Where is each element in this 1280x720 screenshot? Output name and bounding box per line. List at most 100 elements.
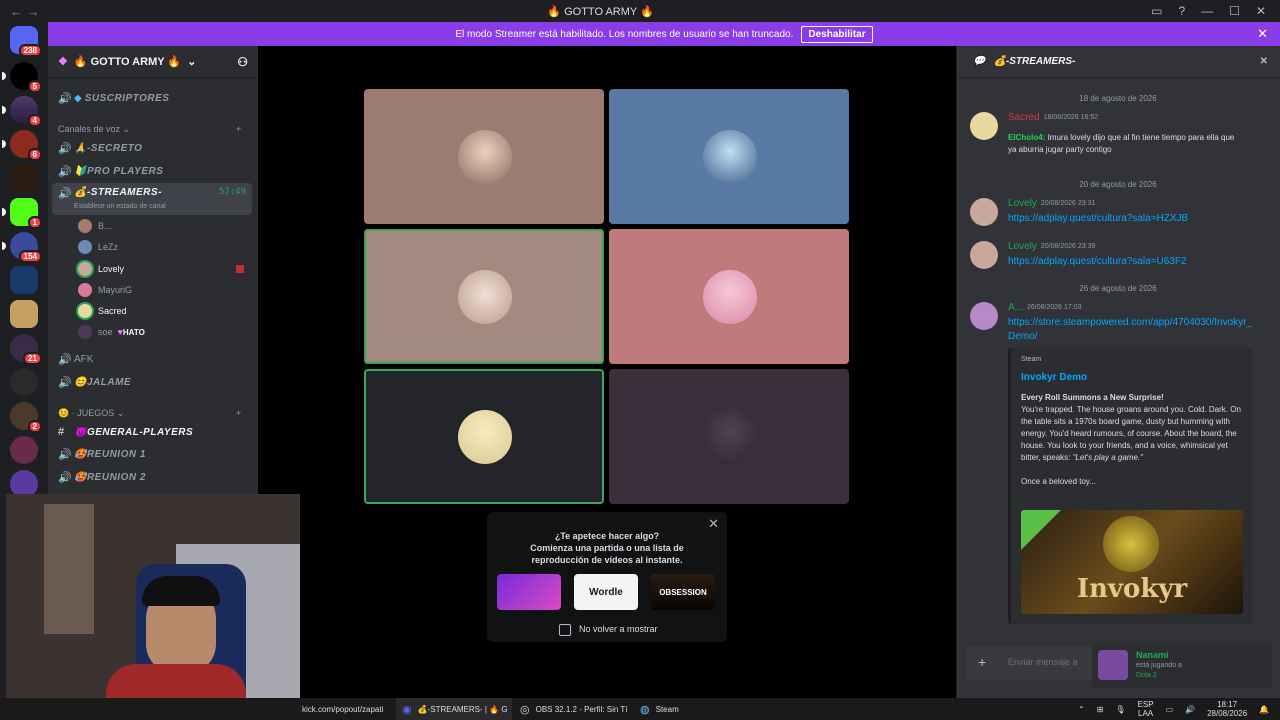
taskbar-browser[interactable]: kick.com/popout/zapati — [302, 698, 383, 720]
avatar — [458, 270, 512, 324]
category-games[interactable]: 😊 · JUEGOS ⌄ + — [58, 408, 241, 419]
attach-plus-icon[interactable]: + — [978, 654, 986, 670]
taskbar-discord[interactable]: ◉ 💰-STREAMERS- | 🔥 G — [396, 698, 512, 720]
help-icon[interactable]: ? — [1178, 4, 1185, 18]
speaker-icon: 🔊 — [58, 353, 72, 366]
activity-game-tile[interactable] — [497, 574, 561, 610]
activity-toast[interactable]: Nanami está jugando a Dota 2 — [1092, 644, 1272, 688]
corner-ribbon — [1021, 510, 1061, 550]
channel-pro-players[interactable]: 🔊 🔰PRO PLAYERS — [58, 161, 252, 181]
message-timestamp: 18/08/2026 16:52 — [1043, 114, 1099, 121]
window-titlebar: ← → 🔥 GOTTO ARMY 🔥 ▭ ? — ☐ ✕ — [0, 0, 1280, 22]
channel-secreto[interactable]: 🔊 🙏-SECRETO — [58, 138, 252, 158]
server-icon[interactable]: 21 — [10, 334, 42, 365]
message-author[interactable]: Sacred — [1008, 112, 1040, 123]
message-author[interactable]: Lovely — [1008, 241, 1037, 252]
embed-image[interactable]: Invokyr — [1021, 510, 1243, 614]
notification-badge: 154 — [18, 250, 42, 263]
channel-streamers-active[interactable]: 🔊 💰-STREAMERS- 57:49 Establece un estado… — [52, 183, 252, 215]
maximize-icon[interactable]: ☐ — [1229, 4, 1240, 18]
notification-badge: 21 — [23, 352, 42, 365]
channel-afk[interactable]: 🔊 AFK — [58, 349, 252, 369]
window-title: 🔥 GOTTO ARMY 🔥 — [547, 5, 654, 18]
avatar[interactable] — [970, 198, 998, 226]
server-icon[interactable]: 2 — [10, 402, 42, 433]
server-icon[interactable] — [10, 266, 38, 294]
voice-user[interactable]: B... — [78, 217, 112, 235]
back-arrow-icon[interactable]: ← — [10, 4, 23, 19]
nav-arrows[interactable]: ← → — [10, 4, 50, 19]
guild-header[interactable]: ❖ 🔥 GOTTO ARMY 🔥 ⌄ ⚇ — [48, 46, 258, 78]
voice-user[interactable]: MayuriG — [78, 281, 132, 299]
channel-reunion-1[interactable]: 🔊 🥵REUNION 1 — [58, 444, 252, 464]
banner-text: El modo Streamer está habilitado. Los no… — [455, 28, 794, 40]
server-icon[interactable] — [10, 164, 38, 192]
close-icon[interactable]: ✕ — [1257, 26, 1268, 42]
volume-icon[interactable]: 🔊 — [1185, 705, 1195, 714]
server-icon[interactable] — [10, 300, 38, 328]
close-icon[interactable]: ✕ — [1260, 56, 1268, 67]
taskbar-steam[interactable]: ◍ Steam — [640, 698, 679, 720]
notification-icon[interactable]: 🔔 — [1259, 705, 1269, 714]
network-icon[interactable]: ▭ — [1166, 705, 1174, 714]
channel-suscriptores[interactable]: 🔊 ◆ SUSCRIPTORES — [58, 88, 252, 108]
voice-tile[interactable] — [609, 89, 849, 224]
language-indicator[interactable]: ESP LAA — [1138, 700, 1154, 718]
voice-tile[interactable] — [609, 229, 849, 364]
add-channel-icon[interactable]: + — [236, 124, 241, 134]
message-author[interactable]: Lovely — [1008, 198, 1037, 209]
server-icon[interactable]: 4 — [2, 96, 42, 127]
voice-tile-speaking[interactable] — [364, 229, 604, 364]
channel-reunion-2[interactable]: 🔊 🥵REUNION 2 — [58, 467, 252, 487]
taskbar-obs[interactable]: ◎ OBS 32.1.2 - Perfil: Sin Tí — [520, 698, 628, 720]
add-channel-icon[interactable]: + — [236, 408, 241, 418]
close-icon[interactable]: ✕ — [1256, 4, 1266, 18]
chat-message: Sacred 18/08/2026 16:52 ElCholo4: Imura l… — [970, 112, 1270, 162]
server-icon[interactable]: 6 — [2, 130, 42, 161]
dont-show-checkbox[interactable] — [559, 624, 571, 636]
server-icon[interactable] — [10, 368, 38, 396]
message-author[interactable]: A... — [1008, 302, 1023, 313]
voice-tile[interactable] — [609, 369, 849, 504]
channel-status-hint[interactable]: Establece un estado de canal — [74, 203, 166, 210]
avatar — [458, 410, 512, 464]
chevron-up-icon[interactable]: ⌃ — [1078, 705, 1085, 714]
server-icon[interactable] — [10, 436, 38, 464]
obsession-tile[interactable]: OBSESSION — [651, 574, 715, 610]
minimize-icon[interactable]: — — [1201, 4, 1213, 18]
message-link[interactable]: https://adplay.quest/cultura?sala=HZXJB — [1008, 212, 1188, 226]
kick-server-icon[interactable]: 1 — [2, 198, 42, 229]
avatar[interactable] — [970, 302, 998, 330]
voice-user[interactable]: Lovely — [78, 260, 244, 278]
ime-icon[interactable]: ⊞ — [1097, 705, 1104, 714]
server-icon[interactable]: 154 — [2, 232, 42, 263]
streamer-mode-banner: El modo Streamer está habilitado. Los no… — [48, 22, 1280, 46]
channel-jalame[interactable]: 🔊 😊JALAME — [58, 372, 252, 392]
voice-user[interactable]: soe ♥ HATO — [78, 323, 145, 341]
mic-icon[interactable]: 🎙 — [1115, 705, 1125, 714]
voice-user[interactable]: LeZz — [78, 238, 118, 256]
add-member-icon[interactable]: ⚇ — [237, 55, 248, 69]
discord-home-icon[interactable]: 238 — [10, 26, 42, 57]
message-link[interactable]: https://adplay.quest/cultura?sala=U63F2 — [1008, 255, 1187, 269]
clock[interactable]: 18:17 28/08/2026 — [1207, 700, 1247, 718]
notification-badge: 5 — [27, 80, 42, 93]
compose-placeholder[interactable]: Enviar mensaje a — [1008, 657, 1078, 667]
message-link[interactable]: https://store.steampowered.com/app/47040… — [1008, 316, 1258, 344]
voice-tile[interactable] — [364, 89, 604, 224]
avatar[interactable] — [970, 112, 998, 140]
disable-button[interactable]: Deshabilitar — [801, 25, 873, 43]
avatar[interactable] — [970, 241, 998, 269]
popup-title: ¿Te apetece hacer algo? — [554, 531, 660, 541]
wordle-tile[interactable]: Wordle — [574, 574, 638, 610]
channel-general-players[interactable]: # 👿GENERAL-PLAYERS — [58, 422, 252, 442]
category-label: JUEGOS — [77, 408, 115, 418]
voice-tile-speaking[interactable] — [364, 369, 604, 504]
category-voice[interactable]: Canales de voz ⌄ + — [58, 124, 241, 135]
embed-title[interactable]: Invokyr Demo — [1021, 372, 1087, 383]
inbox-icon[interactable]: ▭ — [1151, 4, 1162, 18]
reply-author[interactable]: ElCholo4: — [1008, 133, 1045, 142]
server-icon[interactable]: 5 — [2, 62, 42, 93]
voice-user[interactable]: Sacred — [78, 302, 127, 320]
forward-arrow-icon[interactable]: → — [27, 4, 40, 19]
